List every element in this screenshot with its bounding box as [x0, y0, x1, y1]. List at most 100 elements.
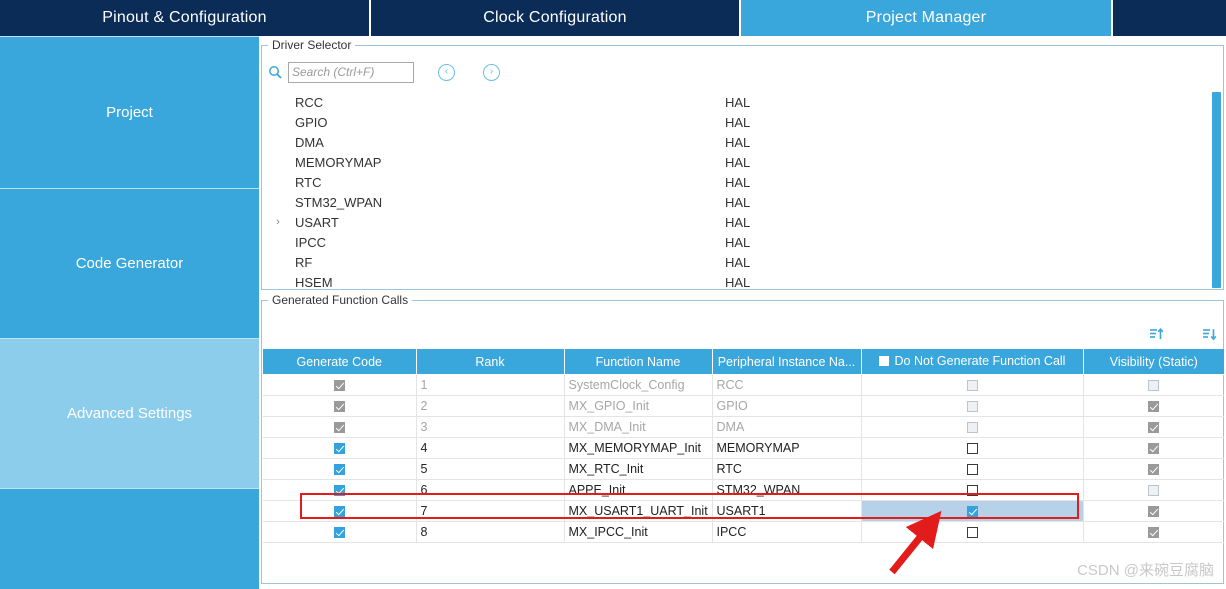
do-not-generate-function-call-checkbox[interactable] [966, 464, 978, 476]
driver-row[interactable]: RTC HAL [263, 172, 1215, 192]
peripheral-instance-name-cell: MEMORYMAP [712, 437, 862, 459]
visibility-static-checkbox[interactable] [1148, 380, 1160, 392]
driver-list-scrollbar-thumb[interactable] [1212, 92, 1221, 288]
column-header-peripheral-instance-name[interactable]: Peripheral Instance Na... [712, 349, 862, 375]
visibility-static-cell[interactable] [1083, 521, 1224, 543]
driver-value: HAL [725, 174, 751, 190]
driver-name: RF [295, 254, 313, 270]
column-header-visibility-static[interactable]: Visibility (Static) [1083, 349, 1224, 375]
generate-code-cell[interactable] [263, 416, 417, 438]
sidebar-item-empty[interactable] [0, 489, 259, 589]
driver-row[interactable]: HSEM HAL [263, 272, 1215, 289]
tab-clock-configuration[interactable]: Clock Configuration [371, 0, 741, 36]
column-header-function-name[interactable]: Function Name [564, 349, 713, 375]
generate-code-cell[interactable] [263, 479, 417, 501]
table-row[interactable]: 1 SystemClock_Config RCC [263, 374, 1224, 396]
visibility-static-cell[interactable] [1083, 458, 1224, 480]
do-not-generate-function-call-cell[interactable] [861, 479, 1084, 501]
driver-list[interactable]: RCC HAL GPIO HAL DMA HAL MEMORYMAP HAL RTC HAL STM… [263, 92, 1215, 289]
column-header-rank[interactable]: Rank [416, 349, 565, 375]
do-not-generate-function-call-cell[interactable] [861, 374, 1084, 396]
generate-code-checkbox[interactable] [333, 401, 345, 413]
visibility-static-checkbox[interactable] [1148, 506, 1160, 518]
do-not-generate-function-call-checkbox[interactable] [966, 485, 978, 497]
table-row[interactable]: 3 MX_DMA_Init DMA [263, 416, 1224, 438]
nav-next-icon[interactable]: › [483, 63, 500, 81]
driver-row[interactable]: › USART HAL [263, 212, 1215, 232]
do-not-generate-function-call-checkbox[interactable] [966, 527, 978, 539]
generate-code-cell[interactable] [263, 521, 417, 543]
do-not-generate-function-call-cell[interactable] [861, 521, 1084, 543]
table-row[interactable]: 2 MX_GPIO_Init GPIO [263, 395, 1224, 417]
header-do-not-generate-checkbox[interactable] [878, 356, 889, 366]
generate-code-checkbox[interactable] [333, 443, 345, 455]
column-header-do-not-generate-function-call[interactable]: Do Not Generate Function Call [861, 349, 1084, 375]
generate-code-cell[interactable] [263, 500, 417, 522]
sidebar-item-project[interactable]: Project [0, 37, 259, 189]
sidebar-item-code-generator[interactable]: Code Generator [0, 189, 259, 339]
table-row[interactable]: 4 MX_MEMORYMAP_Init MEMORYMAP [263, 437, 1224, 459]
do-not-generate-function-call-cell[interactable] [861, 416, 1084, 438]
visibility-static-cell[interactable] [1083, 479, 1224, 501]
visibility-static-checkbox[interactable] [1148, 401, 1160, 413]
driver-row[interactable]: IPCC HAL [263, 232, 1215, 252]
function-name-cell: SystemClock_Config [564, 374, 713, 396]
visibility-static-cell[interactable] [1083, 500, 1224, 522]
generate-code-checkbox[interactable] [333, 527, 345, 539]
tab-project-manager[interactable]: Project Manager [741, 0, 1113, 36]
driver-list-scrollbar[interactable] [1212, 92, 1221, 288]
do-not-generate-function-call-cell[interactable] [861, 458, 1084, 480]
generate-code-checkbox[interactable] [333, 506, 345, 518]
generate-code-cell[interactable] [263, 437, 417, 459]
tab-pinout-configuration[interactable]: Pinout & Configuration [0, 0, 371, 36]
visibility-static-checkbox[interactable] [1148, 422, 1160, 434]
driver-row[interactable]: MEMORYMAP HAL [263, 152, 1215, 172]
peripheral-instance-name-cell: GPIO [712, 395, 862, 417]
visibility-static-cell[interactable] [1083, 437, 1224, 459]
driver-row[interactable]: RCC HAL [263, 92, 1215, 112]
visibility-static-checkbox[interactable] [1148, 443, 1160, 455]
generate-code-cell[interactable] [263, 458, 417, 480]
sort-ascending-icon[interactable] [1149, 327, 1164, 342]
do-not-generate-function-call-cell[interactable] [861, 437, 1084, 459]
nav-previous-icon[interactable]: ‹ [438, 63, 455, 81]
driver-row[interactable]: RF HAL [263, 252, 1215, 272]
do-not-generate-function-call-checkbox[interactable] [966, 380, 978, 392]
visibility-static-checkbox[interactable] [1148, 527, 1160, 539]
generate-code-checkbox[interactable] [333, 464, 345, 476]
do-not-generate-function-call-checkbox[interactable] [966, 506, 978, 518]
sidebar-item-advanced-settings[interactable]: Advanced Settings [0, 339, 259, 489]
driver-row[interactable]: STM32_WPAN HAL [263, 192, 1215, 212]
visibility-static-checkbox[interactable] [1148, 485, 1160, 497]
driver-row[interactable]: GPIO HAL [263, 112, 1215, 132]
generate-code-cell[interactable] [263, 395, 417, 417]
column-header-generate-code[interactable]: Generate Code [263, 349, 417, 375]
table-row[interactable]: 6 APPE_Init STM32_WPAN [263, 479, 1224, 501]
generate-code-checkbox[interactable] [333, 422, 345, 434]
do-not-generate-function-call-checkbox[interactable] [966, 422, 978, 434]
generate-code-checkbox[interactable] [333, 380, 345, 392]
table-row[interactable]: 8 MX_IPCC_Init IPCC [263, 521, 1224, 543]
table-row[interactable]: 5 MX_RTC_Init RTC [263, 458, 1224, 480]
peripheral-instance-name-cell: RTC [712, 458, 862, 480]
do-not-generate-function-call-checkbox[interactable] [966, 401, 978, 413]
do-not-generate-function-call-cell[interactable] [861, 395, 1084, 417]
function-name-cell: MX_IPCC_Init [564, 521, 713, 543]
driver-row[interactable]: DMA HAL [263, 132, 1215, 152]
table-row[interactable]: 7 MX_USART1_UART_Init USART1 [263, 500, 1224, 522]
do-not-generate-function-call-cell[interactable] [861, 500, 1084, 522]
do-not-generate-function-call-checkbox[interactable] [966, 443, 978, 455]
visibility-static-cell[interactable] [1083, 416, 1224, 438]
sort-descending-icon[interactable] [1202, 327, 1217, 342]
visibility-static-checkbox[interactable] [1148, 464, 1160, 476]
visibility-static-cell[interactable] [1083, 395, 1224, 417]
visibility-static-cell[interactable] [1083, 374, 1224, 396]
function-name-cell: MX_RTC_Init [564, 458, 713, 480]
chevron-right-icon[interactable]: › [269, 216, 287, 228]
generate-code-cell[interactable] [263, 374, 417, 396]
driver-value: HAL [725, 234, 751, 250]
generate-code-checkbox[interactable] [333, 485, 345, 497]
search-input[interactable] [288, 61, 414, 83]
function-name-cell: MX_MEMORYMAP_Init [564, 437, 713, 459]
peripheral-instance-name-cell: STM32_WPAN [712, 479, 862, 501]
